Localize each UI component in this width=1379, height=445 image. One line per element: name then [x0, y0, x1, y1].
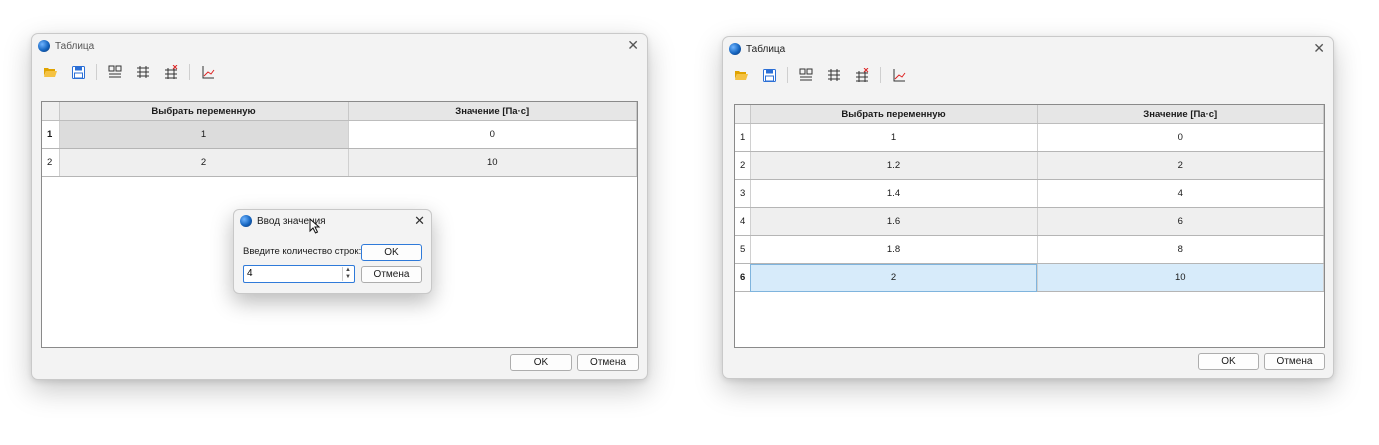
table-row[interactable]: 2 1.2 2: [735, 151, 1324, 180]
variable-cell[interactable]: 1.4: [750, 179, 1038, 208]
variable-cell[interactable]: 1.2: [750, 151, 1038, 180]
close-icon[interactable]: ✕: [414, 213, 425, 229]
add-rows-icon[interactable]: [133, 62, 153, 82]
app-logo-icon: [240, 215, 252, 227]
add-rows-icon[interactable]: [824, 65, 844, 85]
insert-row-icon[interactable]: [105, 62, 125, 82]
column-header-value[interactable]: Значение [Па·с]: [348, 102, 637, 121]
row-number[interactable]: 5: [735, 235, 751, 264]
table-window-right: Таблица ✕ Выбрать переменную Значение [П…: [722, 36, 1334, 379]
toolbar-separator: [880, 67, 881, 83]
toolbar-separator: [189, 64, 190, 80]
toolbar-separator: [96, 64, 97, 80]
variable-cell[interactable]: 1.8: [750, 235, 1038, 264]
folder-open-icon[interactable]: [40, 62, 60, 82]
delete-rows-icon[interactable]: [852, 65, 872, 85]
close-icon[interactable]: ✕: [1313, 40, 1325, 57]
delete-rows-icon[interactable]: [161, 62, 181, 82]
table-row[interactable]: 1 1 0: [42, 120, 637, 149]
ok-button[interactable]: OK: [1198, 353, 1259, 370]
window-title: Таблица: [55, 40, 95, 52]
value-cell[interactable]: 4: [1037, 179, 1324, 208]
value-cell[interactable]: 6: [1037, 207, 1324, 236]
app-logo-icon: [729, 43, 741, 55]
table-row[interactable]: 2 2 10: [42, 148, 637, 177]
column-header-variable[interactable]: Выбрать переменную: [750, 105, 1038, 124]
row-count-input[interactable]: [244, 266, 346, 281]
value-cell[interactable]: 8: [1037, 235, 1324, 264]
table-corner[interactable]: [42, 102, 60, 121]
column-header-variable[interactable]: Выбрать переменную: [59, 102, 349, 121]
chart-icon[interactable]: [198, 62, 218, 82]
row-number[interactable]: 1: [735, 123, 751, 152]
mouse-cursor-icon: [309, 218, 321, 234]
variable-cell[interactable]: 2: [59, 148, 349, 177]
spin-down-icon[interactable]: ▼: [345, 274, 351, 281]
row-number[interactable]: 4: [735, 207, 751, 236]
chart-icon[interactable]: [889, 65, 909, 85]
variable-cell[interactable]: 2: [750, 263, 1038, 292]
table-window-left: Таблица ✕ Выбрать переменную Значение [П…: [31, 33, 648, 380]
input-dialog: Ввод значения ✕ Введите количество строк…: [233, 209, 432, 294]
save-icon[interactable]: [759, 65, 779, 85]
cancel-button[interactable]: Отмена: [577, 354, 639, 371]
table-row[interactable]: 4 1.6 6: [735, 207, 1324, 236]
table-row[interactable]: 5 1.8 8: [735, 235, 1324, 264]
folder-open-icon[interactable]: [731, 65, 751, 85]
spin-arrows[interactable]: ▲ ▼: [342, 267, 353, 281]
value-cell[interactable]: 10: [1037, 263, 1324, 292]
close-icon[interactable]: ✕: [627, 37, 639, 54]
row-number[interactable]: 1: [42, 120, 60, 149]
save-icon[interactable]: [68, 62, 88, 82]
title-bar: Таблица ✕: [32, 34, 647, 58]
toolbar-separator: [787, 67, 788, 83]
table-row[interactable]: 1 1 0: [735, 123, 1324, 152]
row-count-label: Введите количество строк:: [243, 246, 362, 257]
value-cell[interactable]: 2: [1037, 151, 1324, 180]
row-number[interactable]: 3: [735, 179, 751, 208]
row-number[interactable]: 6: [735, 263, 751, 292]
cancel-button[interactable]: Отмена: [1264, 353, 1325, 370]
row-count-spinbox[interactable]: ▲ ▼: [243, 265, 355, 283]
row-number[interactable]: 2: [42, 148, 60, 177]
insert-row-icon[interactable]: [796, 65, 816, 85]
data-table: Выбрать переменную Значение [Па·с] 1 1 0…: [734, 104, 1325, 348]
ok-button[interactable]: OK: [510, 354, 572, 371]
dialog-cancel-button[interactable]: Отмена: [361, 266, 422, 283]
variable-cell[interactable]: 1: [750, 123, 1038, 152]
value-cell[interactable]: 0: [1037, 123, 1324, 152]
row-number[interactable]: 2: [735, 151, 751, 180]
value-cell[interactable]: 10: [348, 148, 637, 177]
window-title: Таблица: [746, 43, 786, 55]
variable-cell[interactable]: 1.6: [750, 207, 1038, 236]
title-bar: Таблица ✕: [723, 37, 1333, 61]
toolbar: [32, 58, 647, 86]
column-header-value[interactable]: Значение [Па·с]: [1037, 105, 1324, 124]
value-cell[interactable]: 0: [348, 120, 637, 149]
toolbar: [723, 61, 1333, 89]
table-corner[interactable]: [735, 105, 751, 124]
variable-cell[interactable]: 1: [59, 120, 349, 149]
app-logo-icon: [38, 40, 50, 52]
dialog-ok-button[interactable]: OK: [361, 244, 422, 261]
table-row[interactable]: 3 1.4 4: [735, 179, 1324, 208]
table-row-selected[interactable]: 6 2 10: [735, 263, 1324, 292]
spin-up-icon[interactable]: ▲: [345, 267, 351, 274]
